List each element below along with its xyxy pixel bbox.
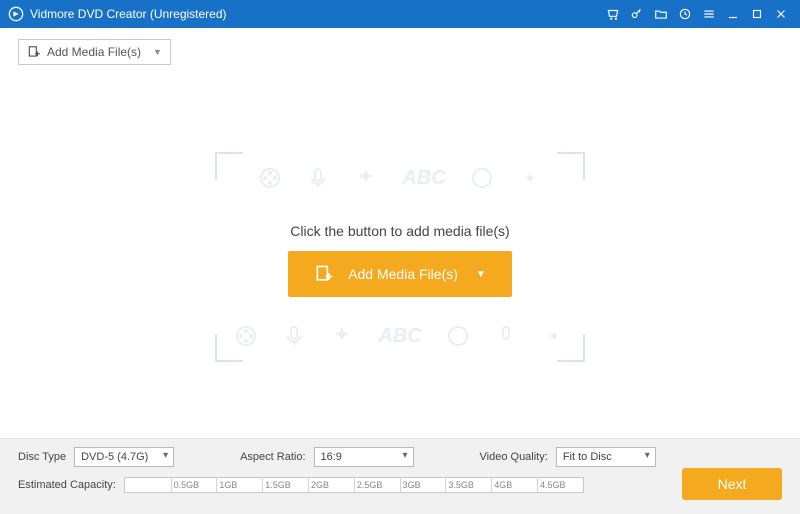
film-icon	[234, 324, 258, 348]
video-quality-select[interactable]: Fit to Disc	[556, 447, 656, 467]
drop-frame: ABC Click the button to add media file(s…	[215, 152, 585, 362]
sparkle-icon	[354, 166, 378, 190]
sparkle-icon	[330, 324, 354, 348]
disc-type-select[interactable]: DVD-5 (4.7G)	[74, 447, 174, 467]
next-button[interactable]: Next	[682, 468, 782, 500]
footer-capacity-row: Estimated Capacity: 0.5GB 1GB 1.5GB 2GB 2.5G…	[18, 477, 782, 493]
estimated-capacity-label: Estimated Capacity:	[18, 479, 116, 491]
app-logo-icon	[8, 6, 24, 22]
capacity-tick: 0.5GB	[171, 478, 200, 492]
footer: Disc Type DVD-5 (4.7G) Aspect Ratio: 16:…	[0, 438, 800, 514]
minimize-icon[interactable]	[722, 3, 744, 25]
aspect-ratio-select[interactable]: 16:9	[314, 447, 414, 467]
add-file-icon	[314, 264, 334, 284]
capacity-tick: 1GB	[216, 478, 237, 492]
watermark-text: ABC	[378, 325, 421, 348]
app-name: Vidmore DVD Creator	[30, 7, 146, 21]
add-file-icon	[27, 45, 41, 59]
sparkle-icon	[542, 324, 566, 348]
sparkle-icon	[518, 166, 542, 190]
folder-icon[interactable]	[650, 3, 672, 25]
film-icon	[446, 324, 470, 348]
capacity-tick: 4GB	[491, 478, 512, 492]
capacity-tick: 2.5GB	[354, 478, 383, 492]
capacity-tick: 3.5GB	[445, 478, 474, 492]
watermark-text: ABC	[402, 167, 445, 190]
maximize-icon[interactable]	[746, 3, 768, 25]
film-icon	[470, 166, 494, 190]
film-icon	[258, 166, 282, 190]
video-quality-label: Video Quality:	[480, 451, 548, 463]
aspect-ratio-value: 16:9	[321, 451, 342, 463]
mic-icon	[306, 166, 330, 190]
key-icon[interactable]	[626, 3, 648, 25]
registration-status: (Unregistered)	[150, 7, 227, 21]
app-title: Vidmore DVD Creator (Unregistered)	[30, 7, 227, 21]
history-icon[interactable]	[674, 3, 696, 25]
add-media-hint: Click the button to add media file(s)	[225, 223, 575, 239]
disc-type-label: Disc Type	[18, 451, 66, 463]
chevron-down-icon: ▼	[153, 47, 162, 57]
titlebar: Vidmore DVD Creator (Unregistered)	[0, 0, 800, 28]
chevron-down-icon: ▼	[476, 269, 486, 280]
watermark-row: ABC	[225, 324, 575, 348]
add-media-button-small[interactable]: Add Media File(s) ▼	[18, 39, 171, 65]
disc-type-value: DVD-5 (4.7G)	[81, 451, 148, 463]
capacity-bar: 0.5GB 1GB 1.5GB 2GB 2.5GB 3GB 3.5GB 4GB 4.5GB	[124, 477, 584, 493]
video-quality-value: Fit to Disc	[563, 451, 612, 463]
close-icon[interactable]	[770, 3, 792, 25]
footer-settings-row: Disc Type DVD-5 (4.7G) Aspect Ratio: 16:…	[18, 447, 782, 467]
cart-icon[interactable]	[602, 3, 624, 25]
watermark-row: ABC	[225, 166, 575, 190]
add-media-label: Add Media File(s)	[47, 45, 141, 59]
mic-icon	[494, 324, 518, 348]
aspect-ratio-label: Aspect Ratio:	[240, 451, 305, 463]
capacity-tick: 2GB	[308, 478, 329, 492]
mic-icon	[282, 324, 306, 348]
capacity-tick: 4.5GB	[537, 478, 566, 492]
menu-icon[interactable]	[698, 3, 720, 25]
capacity-tick: 1.5GB	[262, 478, 291, 492]
capacity-tick: 3GB	[400, 478, 421, 492]
main-area: ABC Click the button to add media file(s…	[0, 76, 800, 438]
add-media-button-large[interactable]: Add Media File(s) ▼	[288, 251, 512, 297]
toolbar: Add Media File(s) ▼	[0, 28, 800, 76]
add-media-label: Add Media File(s)	[348, 266, 458, 282]
